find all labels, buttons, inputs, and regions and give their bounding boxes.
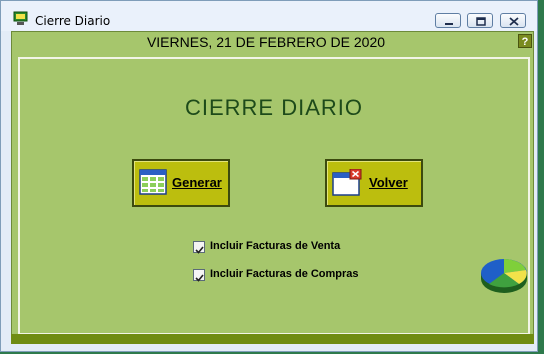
include-purchase-invoices-label: Incluir Facturas de Compras bbox=[210, 268, 359, 280]
checkmark-icon bbox=[195, 246, 204, 254]
generate-label: Generar bbox=[172, 175, 222, 190]
minimize-button[interactable] bbox=[435, 13, 461, 28]
include-sales-invoices-checkbox[interactable] bbox=[193, 241, 205, 254]
client-area: VIERNES, 21 DE FEBRERO DE 2020 ? CIERRE … bbox=[11, 31, 534, 344]
title-bar[interactable]: Cierre Diario bbox=[1, 1, 537, 31]
date-bar: VIERNES, 21 DE FEBRERO DE 2020 ? bbox=[12, 32, 533, 52]
checkmark-icon bbox=[195, 274, 204, 282]
window: Cierre Diario VIERNES, 21 DE FEBRERO DE … bbox=[0, 0, 538, 352]
back-button[interactable]: Volver bbox=[325, 159, 423, 207]
close-button[interactable] bbox=[500, 13, 526, 28]
back-label: Volver bbox=[369, 175, 408, 190]
close-icon bbox=[509, 17, 519, 26]
close-window-icon bbox=[332, 169, 362, 196]
help-button[interactable]: ? bbox=[518, 34, 532, 48]
table-icon bbox=[139, 169, 167, 195]
pie-chart-icon bbox=[481, 259, 527, 293]
maximize-icon bbox=[476, 17, 486, 26]
include-purchase-invoices-checkbox[interactable] bbox=[193, 269, 205, 282]
window-title: Cierre Diario bbox=[35, 14, 111, 28]
bottom-strip bbox=[11, 334, 534, 344]
generate-button[interactable]: Generar bbox=[132, 159, 230, 207]
minimize-icon bbox=[445, 23, 453, 25]
current-date: VIERNES, 21 DE FEBRERO DE 2020 bbox=[146, 34, 386, 50]
main-panel: CIERRE DIARIO Generar Volver Incluir Fac… bbox=[18, 57, 530, 335]
page-title: CIERRE DIARIO bbox=[184, 95, 364, 120]
include-sales-invoices-label: Incluir Facturas de Venta bbox=[210, 240, 341, 252]
app-icon bbox=[13, 11, 28, 25]
maximize-button[interactable] bbox=[467, 13, 493, 28]
